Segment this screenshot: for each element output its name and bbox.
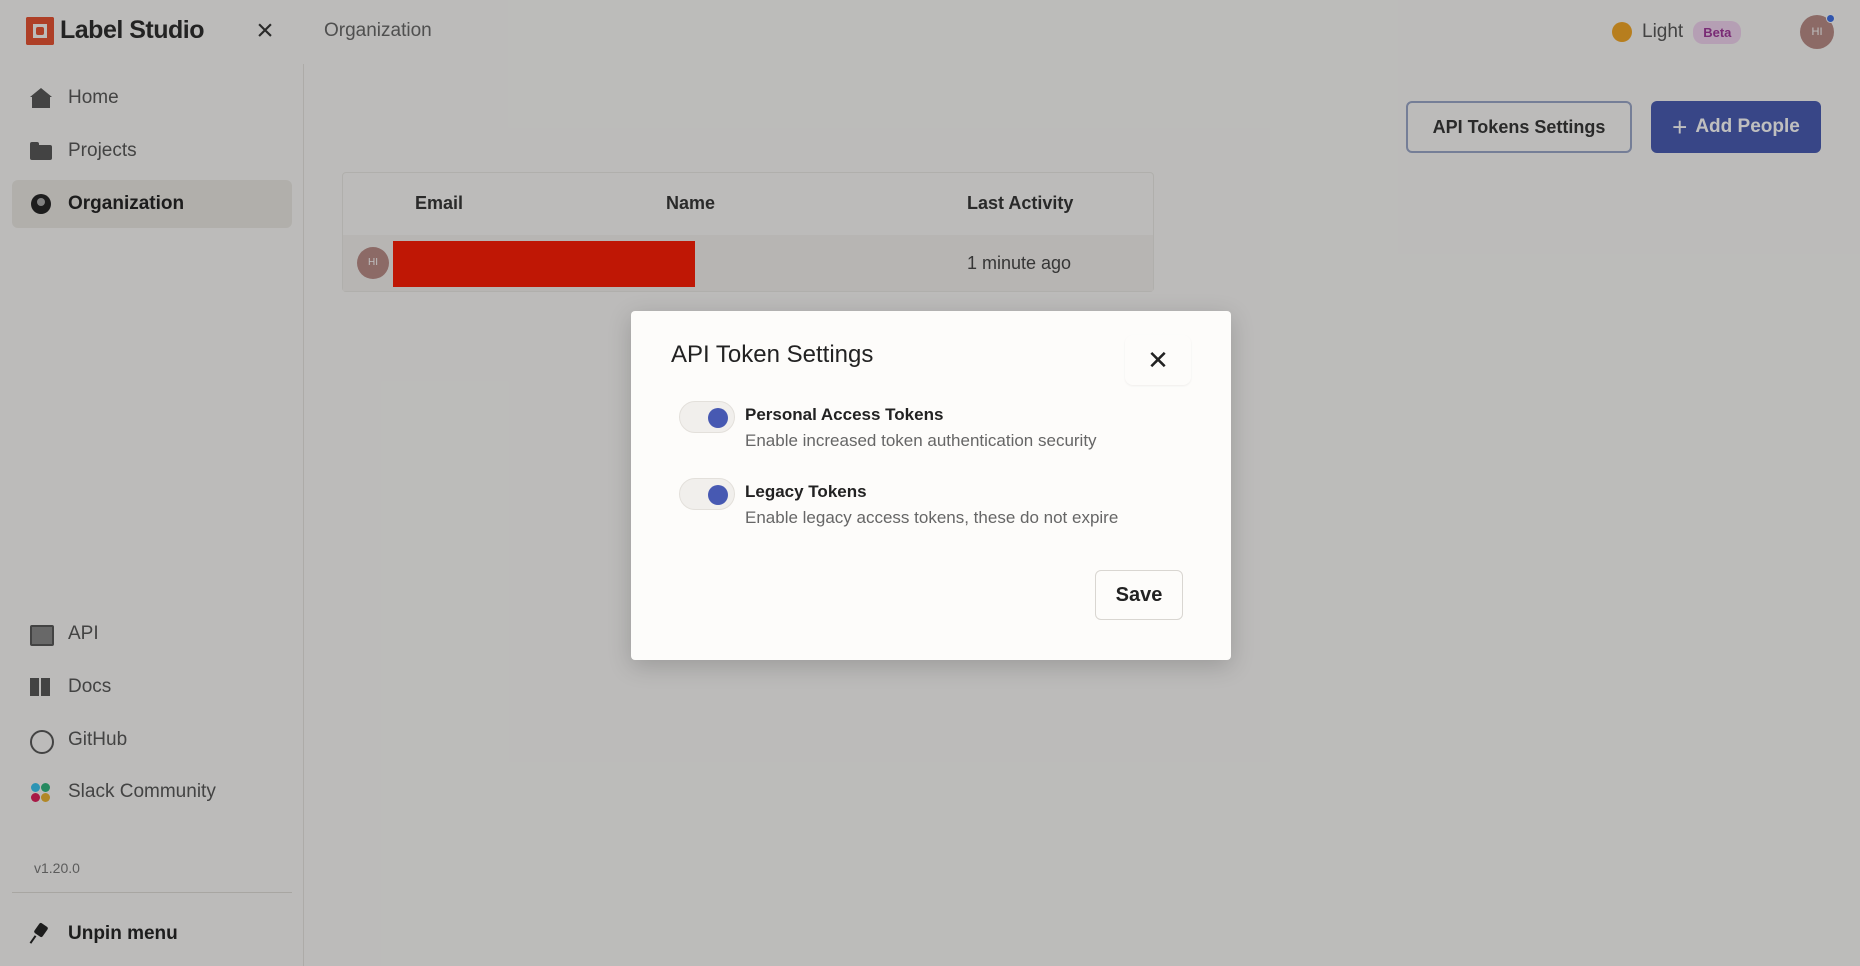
toggle-knob (708, 408, 728, 428)
setting-label: Personal Access Tokens (745, 405, 944, 424)
modal-title: API Token Settings (671, 341, 874, 368)
personal-access-tokens-toggle[interactable] (679, 401, 735, 433)
save-button[interactable]: Save (1095, 570, 1183, 620)
setting-description: Enable legacy access tokens, these do no… (745, 508, 1119, 527)
close-icon[interactable]: ✕ (1125, 335, 1191, 385)
api-token-settings-modal: API Token Settings ✕ Personal Access Tok… (631, 311, 1231, 660)
setting-label: Legacy Tokens (745, 482, 867, 501)
legacy-tokens-toggle[interactable] (679, 478, 735, 510)
setting-description: Enable increased token authentication se… (745, 431, 1097, 450)
toggle-knob (708, 485, 728, 505)
